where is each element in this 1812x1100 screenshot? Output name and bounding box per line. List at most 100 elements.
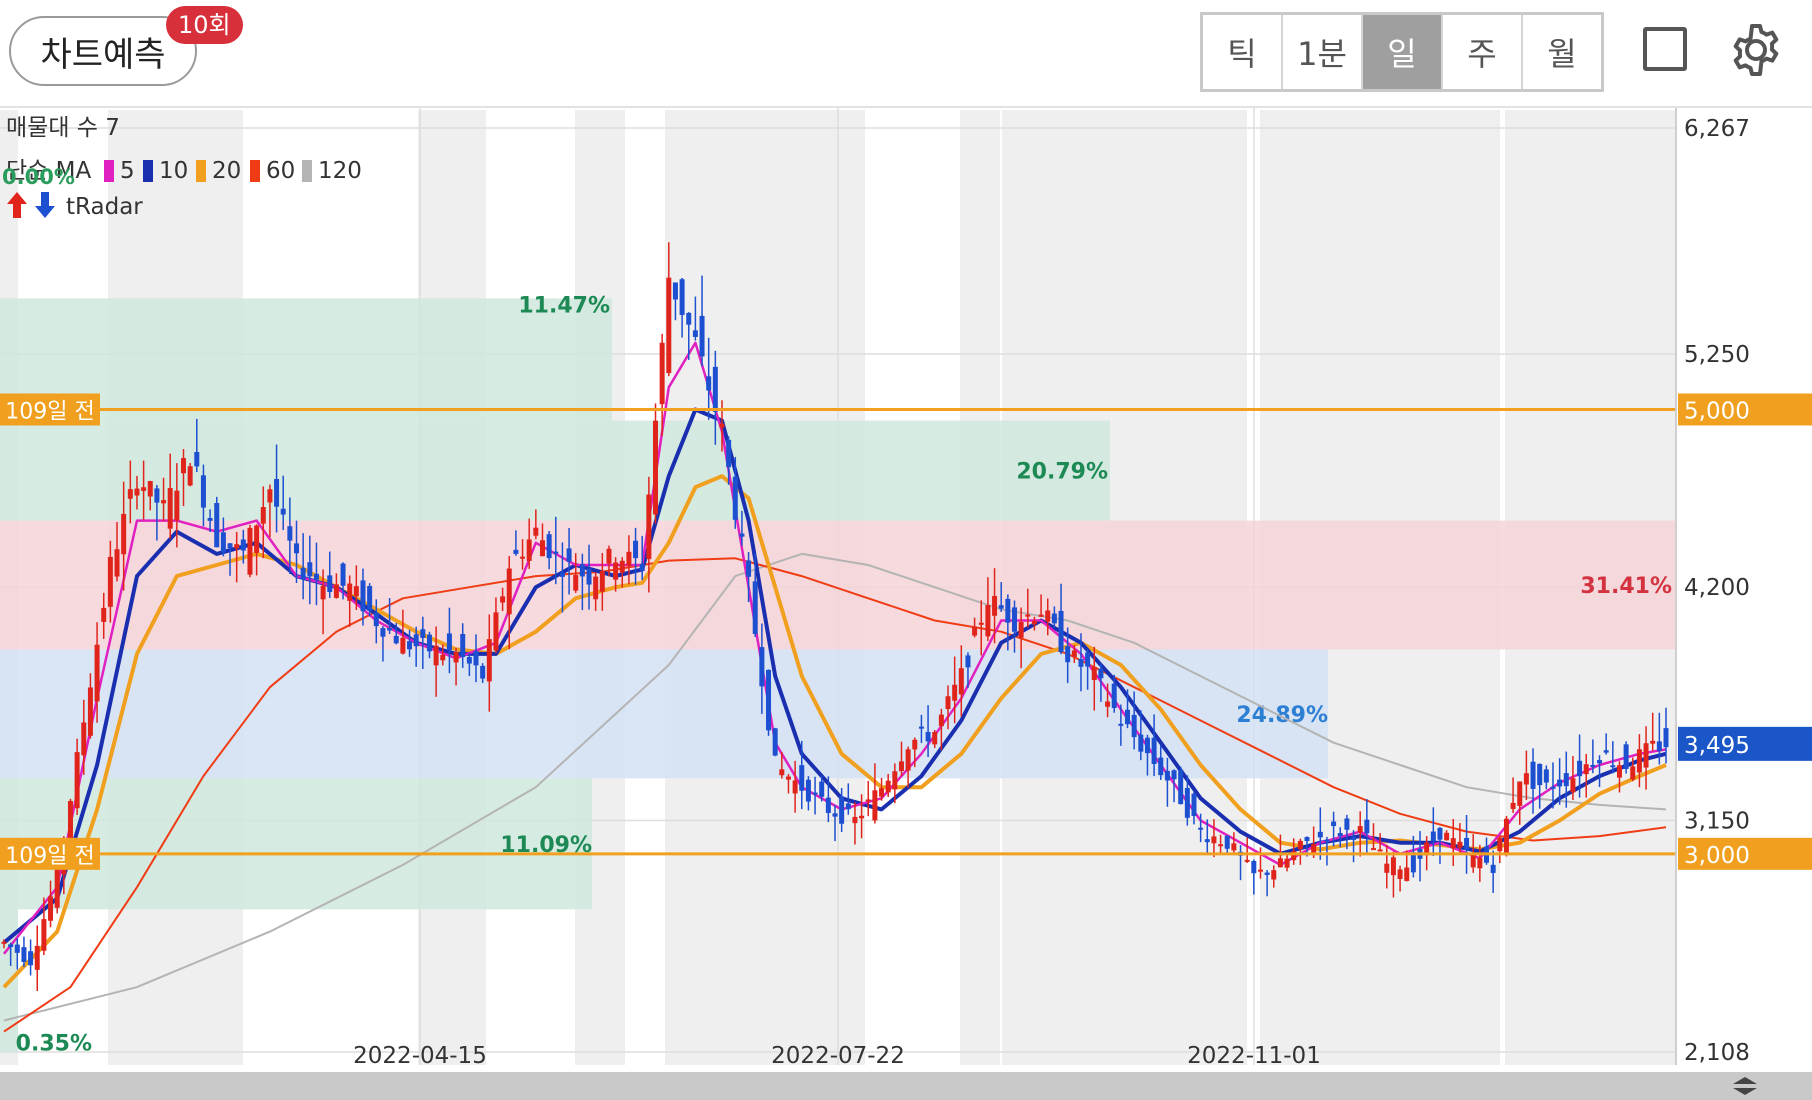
period-day-button[interactable]: 일 <box>1363 15 1443 89</box>
candle-body <box>1351 836 1357 840</box>
ma20-legend: 20 <box>212 158 241 184</box>
candle-body <box>87 687 93 736</box>
candle-body <box>147 481 153 497</box>
candle-body <box>1344 818 1350 830</box>
ma20-swatch <box>196 160 206 182</box>
candle-body <box>1497 837 1503 852</box>
ma10-legend: 10 <box>159 158 188 184</box>
current-price-label: 3,495 <box>1684 733 1750 759</box>
scroll-handle-icon[interactable] <box>1730 1074 1760 1098</box>
candle-body <box>1151 737 1157 765</box>
period-1min-button[interactable]: 1분 <box>1283 15 1363 89</box>
candle-body <box>1583 764 1589 775</box>
candle-body <box>220 532 226 553</box>
candle-body <box>327 575 333 592</box>
time-scrollbar[interactable] <box>0 1072 1812 1100</box>
candle-body <box>486 639 492 682</box>
candle-body <box>81 722 87 756</box>
candle-body <box>1164 770 1170 781</box>
candle-body <box>1590 764 1596 767</box>
period-month-button[interactable]: 월 <box>1523 15 1601 89</box>
candle-body <box>141 487 147 491</box>
candle-body <box>1397 869 1403 879</box>
period-tick-button[interactable]: 틱 <box>1203 15 1283 89</box>
candle-body <box>872 790 878 821</box>
candle-body <box>998 605 1004 609</box>
candle-body <box>819 781 825 797</box>
candle-body <box>1184 787 1190 818</box>
fullscreen-square-icon[interactable] <box>1643 27 1687 71</box>
candle-body <box>739 533 745 537</box>
candle-body <box>234 544 240 549</box>
candle-body <box>440 654 446 661</box>
time-axis-tick: 2022-04-15 <box>353 1043 487 1069</box>
ma60-legend: 60 <box>266 158 295 184</box>
candle-body <box>925 731 931 742</box>
candle-body <box>180 458 186 474</box>
candle-body <box>599 570 605 592</box>
candle-body <box>500 596 506 603</box>
volume-profile-legend: 매물대 수 7 <box>6 115 120 141</box>
price-chart[interactable]: 11.47%20.79%31.41%24.89%11.09%0.35% 109일… <box>0 108 1812 1072</box>
candle-body <box>247 527 253 575</box>
candle-body <box>1597 760 1603 764</box>
candle-body <box>1364 819 1370 834</box>
candle-body <box>892 771 898 790</box>
candle-body <box>1616 765 1622 778</box>
candle-body <box>852 816 858 824</box>
candle-body <box>573 575 579 591</box>
candle-body <box>646 494 652 560</box>
candle-body <box>1264 872 1270 875</box>
candle-body <box>207 517 213 521</box>
price-axis-tick: 5,250 <box>1684 342 1750 368</box>
candle-body <box>912 739 918 750</box>
candle-body <box>174 490 180 521</box>
predict-count-badge: 10회 <box>166 6 243 44</box>
candle-body <box>1025 614 1031 617</box>
candle-body <box>938 714 944 727</box>
candle-body <box>1304 837 1310 842</box>
candle-body <box>666 277 672 374</box>
candle-body <box>825 797 831 814</box>
candle-body <box>1464 837 1470 850</box>
candle-body <box>945 696 951 710</box>
candle-body <box>586 568 592 585</box>
candle-body <box>1510 802 1516 809</box>
candle-body <box>845 803 851 810</box>
candle-body <box>1284 858 1290 868</box>
candle-body <box>1430 831 1436 842</box>
ma120-swatch <box>302 160 312 182</box>
candle-body <box>732 476 738 520</box>
candle-body <box>1118 723 1124 726</box>
candle-body <box>553 551 559 554</box>
candle-body <box>1643 743 1649 768</box>
period-week-button[interactable]: 주 <box>1443 15 1523 89</box>
time-axis-tick: 2022-07-22 <box>771 1043 905 1069</box>
candle-body <box>154 488 160 503</box>
candle-body <box>965 655 971 668</box>
candle-body <box>373 612 379 627</box>
candle-body <box>978 622 984 625</box>
candle-body <box>972 626 978 636</box>
candle-body <box>1623 744 1629 770</box>
candle-body <box>1257 869 1263 872</box>
candle-body <box>932 731 938 745</box>
candle-body <box>1317 831 1323 838</box>
candle-body <box>506 568 512 615</box>
chart-predict-label: 차트예측 <box>40 34 166 75</box>
candle-body <box>779 769 785 776</box>
gear-icon[interactable] <box>1728 22 1784 78</box>
candle-body <box>1111 683 1117 709</box>
candle-body <box>426 634 432 652</box>
candle-body <box>579 564 585 577</box>
candle-body <box>420 629 426 638</box>
candle-body <box>1477 858 1483 869</box>
candle-body <box>566 548 572 562</box>
candle-body <box>240 539 246 551</box>
candle-body <box>134 488 140 496</box>
ma10-swatch <box>143 160 153 182</box>
candle-body <box>1144 737 1150 754</box>
ma120-legend: 120 <box>318 158 362 184</box>
candle-body <box>653 420 659 515</box>
candle-body <box>1105 701 1111 707</box>
